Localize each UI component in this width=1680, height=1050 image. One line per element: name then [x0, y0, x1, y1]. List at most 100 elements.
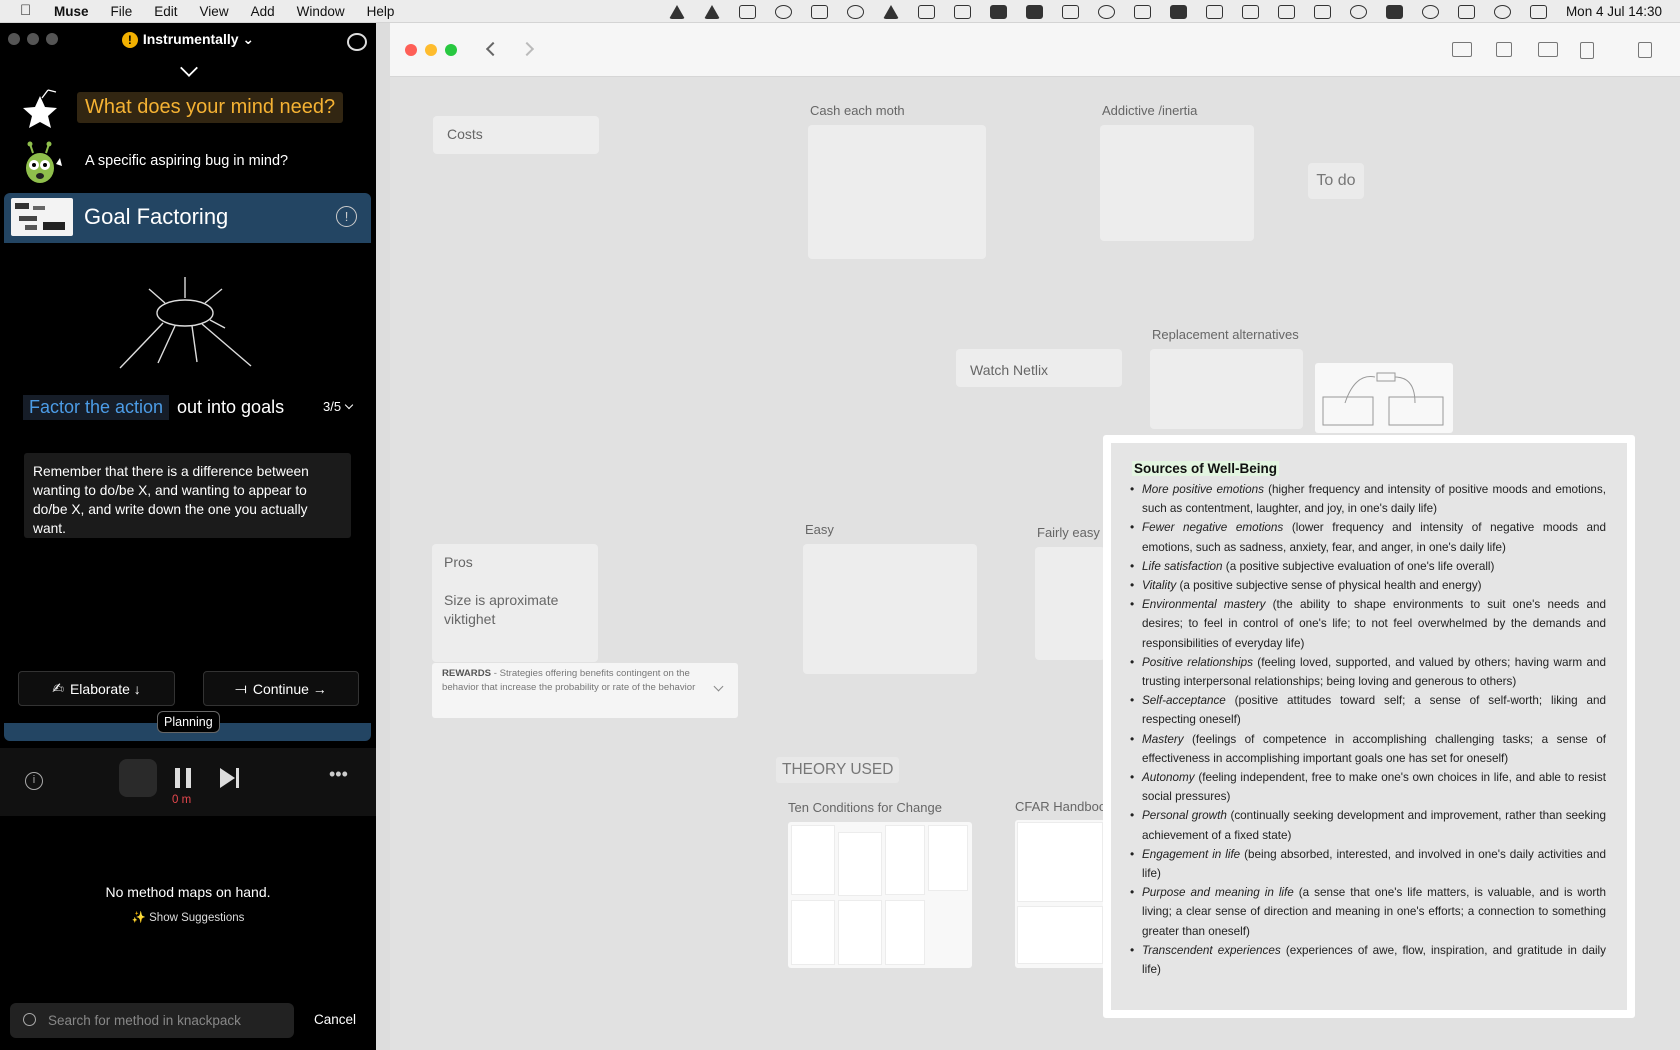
- cash-board[interactable]: [808, 125, 986, 259]
- onepassword-icon[interactable]: [1097, 4, 1115, 19]
- step-highlight[interactable]: Factor the action: [23, 395, 170, 420]
- fairly-easy-board[interactable]: [1035, 547, 1105, 660]
- empty-state: No method maps on hand.: [105, 884, 271, 900]
- easy-board[interactable]: [803, 544, 977, 674]
- cfar-board[interactable]: [1015, 820, 1105, 968]
- volume-icon[interactable]: [738, 4, 756, 19]
- todo-label[interactable]: To do: [1308, 163, 1364, 199]
- lines-icon[interactable]: [1277, 4, 1295, 19]
- list-item-text: (feeling independent, free to make one's…: [1142, 771, 1606, 804]
- sources-of-well-being-card[interactable]: Sources of Well-Being More positive emot…: [1103, 435, 1635, 1018]
- menu-clock[interactable]: Mon 4 Jul 14:30: [1566, 4, 1662, 19]
- player-controls: i ••• 0 m: [0, 748, 376, 816]
- browser-icon[interactable]: [1241, 4, 1259, 19]
- method-search[interactable]: [10, 1003, 294, 1038]
- search-input[interactable]: [48, 1003, 288, 1038]
- mind-prompt[interactable]: What does your mind need?: [77, 92, 344, 123]
- pause-icon[interactable]: [175, 768, 191, 788]
- user-icon[interactable]: [347, 33, 367, 51]
- menu-view[interactable]: View: [200, 4, 229, 19]
- video-icon[interactable]: [1313, 4, 1331, 19]
- show-suggestions-link[interactable]: ✨ Show Suggestions: [0, 910, 376, 924]
- ten-conditions-board[interactable]: [788, 822, 972, 968]
- share-icon[interactable]: [1638, 42, 1652, 58]
- minimize-button[interactable]: [425, 44, 437, 56]
- list-item: Personal growth (continually seeking dev…: [1130, 806, 1606, 844]
- back-icon[interactable]: [485, 41, 501, 57]
- wifi-icon[interactable]: [1493, 4, 1511, 19]
- list-item: Positive relationships (feeling loved, s…: [1130, 653, 1606, 691]
- status-icon-app[interactable]: [668, 4, 685, 19]
- list-item-term: More positive emotions: [1142, 483, 1264, 496]
- phone-icon[interactable]: [1385, 4, 1403, 19]
- bookmark-icon[interactable]: [1169, 4, 1187, 19]
- info-icon[interactable]: !: [336, 206, 357, 227]
- page-thumb: [838, 900, 882, 965]
- list-item-term: Fewer negative emotions: [1142, 521, 1284, 535]
- list-item: Autonomy (feeling independent, free to m…: [1130, 768, 1606, 806]
- list-item-text: (a positive subjective evaluation of one…: [1222, 559, 1495, 573]
- pros-label: Pros: [444, 554, 473, 570]
- chevron-down-icon[interactable]: [180, 59, 198, 77]
- rocket-icon[interactable]: [953, 4, 971, 19]
- dropbox-icon[interactable]: [917, 4, 935, 19]
- camera-icon[interactable]: [1133, 4, 1151, 19]
- clipboard-icon[interactable]: [1061, 4, 1079, 19]
- control-center-icon[interactable]: [1529, 4, 1547, 19]
- list-item-text: (a positive subjective sense of physical…: [1176, 579, 1482, 593]
- elaborate-button[interactable]: ✍ Elaborate ↓: [18, 671, 175, 706]
- more-icon[interactable]: •••: [329, 764, 348, 785]
- zoom-button[interactable]: [445, 44, 457, 56]
- image-icon[interactable]: [1538, 42, 1558, 57]
- accessibility-icon[interactable]: [1421, 4, 1439, 19]
- info-icon[interactable]: i: [25, 772, 43, 790]
- rewards-card[interactable]: REWARDS - Strategies offering benefits c…: [432, 663, 738, 718]
- bug-mascot-icon: [26, 141, 62, 183]
- list-item-term: Environmental mastery: [1142, 598, 1266, 612]
- theory-label[interactable]: THEORY USED: [776, 757, 900, 783]
- vlc-icon[interactable]: [703, 4, 720, 19]
- fairly-easy-title: Fairly easy: [1037, 525, 1100, 540]
- time-machine-icon[interactable]: [774, 4, 792, 19]
- bug-prompt[interactable]: A specific aspiring bug in mind?: [85, 153, 288, 169]
- cards-icon[interactable]: [119, 759, 157, 797]
- grid-icon[interactable]: [1025, 4, 1043, 19]
- play-icon[interactable]: [1349, 4, 1367, 19]
- replacement-title: Replacement alternatives: [1152, 327, 1299, 342]
- menu-add[interactable]: Add: [251, 4, 275, 19]
- sidebar-icon[interactable]: [810, 4, 828, 19]
- chevron-down-icon[interactable]: [713, 681, 724, 692]
- skip-next-icon[interactable]: [220, 768, 235, 788]
- continue-button[interactable]: ⟞ Continue →: [203, 671, 359, 706]
- document-icon[interactable]: [1580, 42, 1594, 59]
- close-button[interactable]: [405, 44, 417, 56]
- list-item-text: (feelings of competence in accomplishing…: [1142, 732, 1606, 765]
- method-card[interactable]: Goal Factoring !: [4, 193, 371, 243]
- sketch-thumbnail[interactable]: [1315, 363, 1453, 433]
- forward-icon[interactable]: [519, 41, 535, 57]
- window-toolbar: [390, 23, 1680, 77]
- step-counter[interactable]: 3/5: [323, 399, 354, 414]
- instrumentally-panel: ! Instrumentally ⌄ What does your mind ne…: [0, 23, 376, 1050]
- replacement-board[interactable]: [1150, 349, 1303, 429]
- layout-icon[interactable]: [1452, 42, 1472, 57]
- menu-file[interactable]: File: [111, 4, 133, 19]
- menu-help[interactable]: Help: [367, 4, 395, 19]
- cat-icon[interactable]: [989, 4, 1007, 19]
- menu-bar:  Muse File Edit View Add Window Help Mo…: [0, 0, 1680, 23]
- window-icon[interactable]: [1205, 4, 1223, 19]
- chevron-icon[interactable]: [882, 4, 899, 19]
- list-item-term: Personal growth: [1142, 809, 1227, 823]
- battery-icon[interactable]: [1457, 4, 1475, 19]
- goal-factoring-diagram: [119, 277, 252, 369]
- menu-app-name[interactable]: Muse: [54, 4, 89, 19]
- menu-edit[interactable]: Edit: [154, 4, 177, 19]
- apple-icon[interactable]: : [20, 3, 36, 19]
- duplicate-icon[interactable]: [1496, 42, 1512, 57]
- list-item-term: Self-acceptance: [1142, 694, 1226, 708]
- cancel-button[interactable]: Cancel: [314, 1012, 356, 1027]
- addictive-board[interactable]: [1100, 125, 1254, 241]
- menu-window[interactable]: Window: [297, 4, 345, 19]
- arc-icon[interactable]: [846, 4, 864, 19]
- panel-header[interactable]: ! Instrumentally ⌄: [0, 31, 376, 48]
